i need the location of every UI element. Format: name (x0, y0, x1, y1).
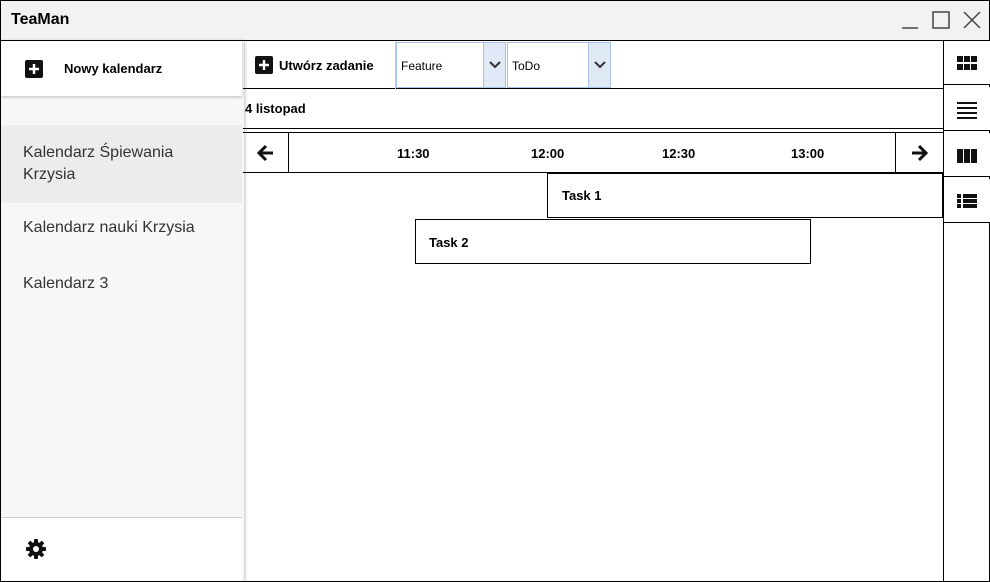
columns-view-button[interactable] (944, 133, 990, 177)
task-label: Task 2 (429, 235, 469, 250)
calendar-label: Kalendarz nauki Krzysia (23, 219, 195, 236)
grid-view-button[interactable] (944, 41, 990, 85)
detailed-list-view-icon (957, 194, 977, 208)
task-status-value: ToDo (512, 59, 541, 73)
chevron-down-icon[interactable] (483, 43, 505, 87)
time-label: 13:00 (791, 146, 825, 161)
minimize-icon[interactable] (899, 9, 921, 31)
plus-icon (255, 56, 273, 74)
task-block[interactable]: Task 1 (547, 173, 943, 218)
sidebar-item-calendar[interactable]: Kalendarz 3 (1, 273, 242, 303)
maximize-icon[interactable] (930, 9, 952, 31)
task-type-value: Feature (401, 59, 443, 73)
plus-icon (25, 60, 43, 78)
list-view-button[interactable] (944, 87, 990, 131)
arrow-right-icon (912, 144, 928, 162)
create-task-button[interactable]: Utwórz zadanie (243, 41, 396, 89)
sidebar: Nowy kalendarz Kalendarz Śpiewania Krzys… (1, 41, 244, 581)
timeline-bar: 11:30 12:00 12:30 13:00 (243, 132, 943, 173)
task-type-select[interactable]: Feature (396, 42, 506, 88)
sidebar-item-calendar[interactable]: Kalendarz Śpiewania Krzysia (1, 125, 242, 203)
date-label: 4 listopad (245, 101, 306, 116)
date-header: 4 listopad (243, 89, 943, 129)
app-title: TeaMan (11, 11, 70, 28)
sidebar-item-calendar[interactable]: Kalendarz nauki Krzysia (1, 217, 242, 247)
next-button[interactable] (895, 133, 941, 173)
app-window: TeaMan Nowy kalendarz Kalendarz Śpiewani… (0, 0, 990, 582)
gear-icon[interactable] (25, 538, 47, 560)
task-status-select[interactable]: ToDo (507, 42, 611, 88)
sidebar-footer (1, 517, 242, 581)
task-block[interactable]: Task 2 (415, 219, 811, 264)
calendar-label: Kalendarz Śpiewania Krzysia (23, 144, 174, 183)
close-icon[interactable] (961, 9, 983, 31)
task-label: Task 1 (562, 188, 602, 203)
detailed-list-view-button[interactable] (944, 179, 990, 223)
time-label: 12:30 (662, 146, 696, 161)
new-calendar-button[interactable]: Nowy kalendarz (1, 41, 242, 96)
title-bar: TeaMan (1, 1, 989, 41)
grid-view-icon (957, 56, 977, 70)
time-label: 12:00 (531, 146, 565, 161)
calendar-label: Kalendarz 3 (23, 275, 109, 292)
view-switcher (943, 41, 990, 581)
chevron-down-icon[interactable] (588, 43, 610, 87)
toolbar: Utwórz zadanie Feature ToDo (243, 41, 943, 89)
time-label: 11:30 (397, 146, 430, 161)
arrow-left-icon (257, 144, 273, 162)
previous-button[interactable] (243, 133, 289, 173)
columns-view-icon (957, 149, 977, 163)
create-task-label: Utwórz zadanie (279, 58, 374, 73)
list-view-icon (957, 102, 977, 119)
new-calendar-label: Nowy kalendarz (64, 61, 163, 76)
